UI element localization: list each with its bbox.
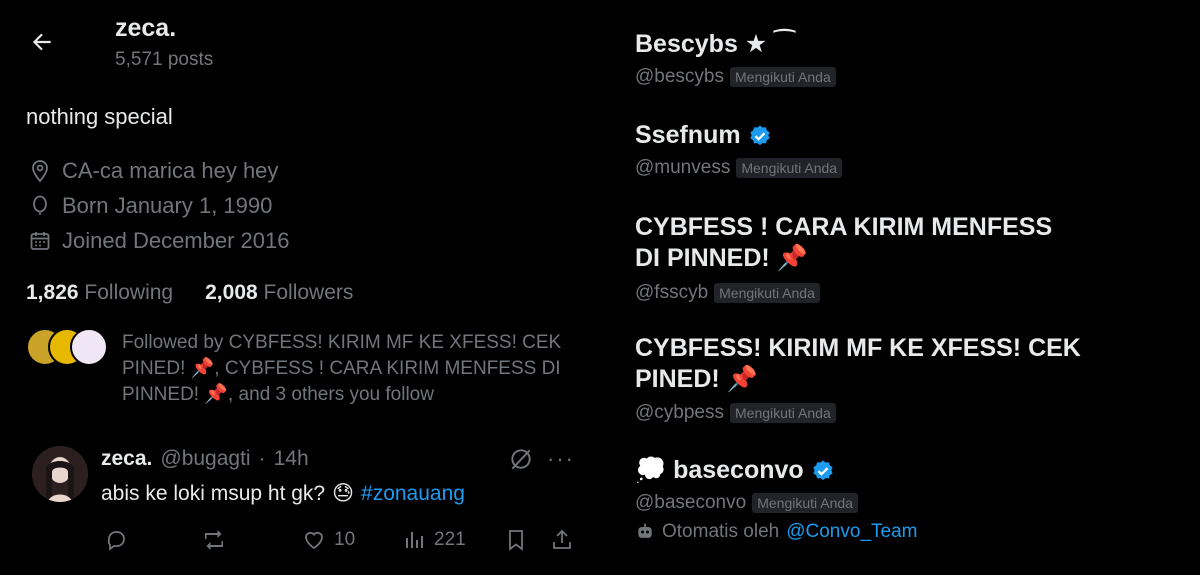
follower-handle-row: @cybpess Mengikuti Anda bbox=[635, 402, 836, 424]
follower-handle[interactable]: @bescybs bbox=[635, 66, 724, 88]
location-text: CA-ca marica hey hey bbox=[62, 158, 279, 183]
separator-dot: · bbox=[258, 447, 266, 470]
hashtag-link[interactable]: #zonauang bbox=[361, 482, 465, 506]
joined-row: Joined December 2016 bbox=[28, 228, 289, 254]
location-row: CA-ca marica hey hey bbox=[28, 158, 278, 184]
tweet-author-name[interactable]: zeca. bbox=[101, 447, 152, 471]
joined-text: Joined December 2016 bbox=[62, 228, 290, 253]
location-pin-icon bbox=[32, 160, 48, 183]
profile-panel: zeca. 5,571 posts nothing special CA-ca … bbox=[0, 0, 600, 575]
follows-you-badge: Mengikuti Anda bbox=[714, 283, 820, 303]
calendar-icon bbox=[30, 232, 50, 250]
tweet-body: abis ke loki msup ht gk? bbox=[101, 481, 326, 505]
views-icon bbox=[406, 532, 423, 548]
post-count: 5,571 posts bbox=[115, 49, 214, 70]
follower-name: Ssefnum bbox=[635, 121, 741, 149]
tweet-time[interactable]: 14h bbox=[274, 447, 309, 471]
repost-icon bbox=[205, 530, 223, 550]
automated-by-link[interactable]: @Convo_Team bbox=[786, 521, 917, 543]
follower-handle[interactable]: @fsscyb bbox=[635, 282, 708, 304]
follower-name[interactable]: CYBFESS ! CARA KIRIM MENFESS DI PINNED! … bbox=[635, 212, 1052, 274]
bot-icon bbox=[638, 523, 652, 538]
follower-handle-row: @baseconvo Mengikuti Anda bbox=[635, 492, 858, 514]
share-icon bbox=[553, 529, 571, 549]
repost-button[interactable] bbox=[202, 528, 226, 552]
birthday-text: Born January 1, 1990 bbox=[62, 193, 273, 218]
profile-header-name: zeca. bbox=[115, 14, 177, 42]
follower-name: 💭 baseconvo bbox=[635, 456, 804, 484]
tweet-text: abis ke loki msup ht gk? 😓 #zonauang bbox=[101, 481, 465, 506]
followed-by-text[interactable]: Followed by CYBFESS! KIRIM MF KE XFESS! … bbox=[122, 330, 592, 408]
follower-handle[interactable]: @baseconvo bbox=[635, 492, 746, 514]
follower-name-line2: DI PINNED! 📌 bbox=[635, 244, 808, 272]
balloon-icon bbox=[33, 195, 47, 215]
followers-list-panel: Bescybs ★ ⁀ @bescybs Mengikuti Anda Ssef… bbox=[600, 0, 1200, 575]
share-button[interactable] bbox=[550, 528, 574, 552]
tweet-actions: 10 221 bbox=[100, 528, 580, 558]
heart-icon bbox=[305, 531, 323, 550]
sweat-emoji: 😓 bbox=[332, 482, 355, 505]
tweet-author-handle[interactable]: @bugagti bbox=[160, 447, 250, 471]
follower-name-line2: PINED! 📌 bbox=[635, 365, 758, 393]
follower-name-row[interactable]: Ssefnum bbox=[635, 120, 772, 151]
like-button[interactable]: 10 bbox=[302, 528, 355, 552]
follower-handle[interactable]: @munvess bbox=[635, 157, 730, 179]
reply-button[interactable] bbox=[104, 528, 128, 552]
follower-handle-row: @bescybs Mengikuti Anda bbox=[635, 66, 836, 88]
like-count: 10 bbox=[334, 529, 356, 550]
following-link[interactable]: 1,826 Following bbox=[26, 281, 173, 305]
follows-you-badge: Mengikuti Anda bbox=[730, 67, 836, 87]
follows-you-badge: Mengikuti Anda bbox=[752, 493, 858, 513]
follower-name-line1: CYBFESS! KIRIM MF KE XFESS! CEK bbox=[635, 334, 1081, 362]
views-button[interactable]: 221 bbox=[402, 528, 466, 552]
bookmark-button[interactable] bbox=[504, 528, 528, 552]
follower-name[interactable]: CYBFESS! KIRIM MF KE XFESS! CEK PINED! 📌 bbox=[635, 333, 1081, 395]
verified-badge-icon bbox=[749, 125, 770, 145]
birthday-row: Born January 1, 1990 bbox=[28, 193, 272, 219]
follower-handle-row: @fsscyb Mengikuti Anda bbox=[635, 282, 820, 304]
follower-name-line1: CYBFESS ! CARA KIRIM MENFESS bbox=[635, 213, 1053, 241]
followers-link[interactable]: 2,008 Followers bbox=[205, 281, 353, 305]
profile-bio: nothing special bbox=[26, 104, 173, 129]
reply-icon bbox=[107, 531, 125, 551]
grok-icon[interactable] bbox=[508, 446, 534, 477]
follower-handle-row: @munvess Mengikuti Anda bbox=[635, 157, 843, 179]
more-options-icon[interactable]: ··· bbox=[547, 446, 575, 472]
tweet-header: zeca. @bugagti · 14h bbox=[101, 447, 309, 471]
back-arrow-icon[interactable] bbox=[22, 22, 62, 62]
view-count: 221 bbox=[434, 529, 466, 550]
automated-label: Otomatis oleh @Convo_Team bbox=[635, 521, 917, 543]
follower-handle[interactable]: @cybpess bbox=[635, 402, 724, 424]
mutual-avatars[interactable] bbox=[26, 328, 108, 368]
follows-you-badge: Mengikuti Anda bbox=[730, 403, 836, 423]
bookmark-icon bbox=[509, 530, 523, 551]
follower-name-row[interactable]: 💭 baseconvo bbox=[635, 455, 835, 486]
automated-prefix: Otomatis oleh bbox=[662, 521, 780, 542]
tweet-author-avatar[interactable] bbox=[32, 446, 88, 502]
avatar bbox=[70, 328, 108, 366]
follow-stats: 1,826 Following 2,008 Followers bbox=[26, 281, 353, 305]
verified-badge-icon bbox=[813, 460, 833, 480]
follower-name[interactable]: Bescybs ★ ⁀ bbox=[635, 29, 795, 60]
follows-you-badge: Mengikuti Anda bbox=[736, 158, 843, 178]
